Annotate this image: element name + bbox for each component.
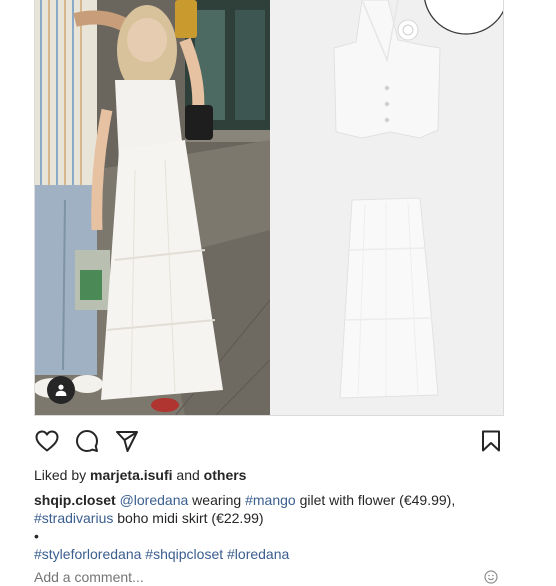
caption-line-1: shqip.closet @loredana wearing #mango gi… [34,491,504,509]
caption-text: wearing [192,492,242,508]
outfit-photo-illustration [35,0,270,415]
caption-mention-link[interactable]: @loredana [120,492,189,508]
user-tag-icon[interactable] [47,376,75,404]
comment-bubble-icon [76,430,98,452]
hashtag-link[interactable]: #styleforloredana [34,546,141,562]
liked-by: Liked by marjeta.isufi and others [34,466,246,484]
caption-bullet: • [34,528,39,544]
caption-username-link[interactable]: shqip.closet [34,492,116,508]
liked-by-middle: and [176,467,200,483]
caption-text: gilet with flower (€49.99), [299,492,456,508]
product-collage [270,0,503,415]
like-button[interactable] [34,428,60,454]
liked-by-prefix: Liked by [34,467,87,483]
save-button[interactable] [478,428,504,454]
post-actions [34,428,504,454]
caption-hashtags: #styleforloredana #shqipcloset #loredana [34,545,289,563]
hashtag-link[interactable]: #shqipcloset [145,546,223,562]
heart-icon [35,430,59,452]
product-collage-illustration [270,0,503,415]
skirt-product [339,197,439,399]
liked-by-others-link[interactable]: others [204,467,247,483]
outfit-photo [35,0,270,415]
bookmark-icon [482,430,500,452]
paper-plane-icon [116,431,138,452]
hashtag-link[interactable]: #stradivarius [34,510,113,526]
hashtag-link[interactable]: #loredana [227,546,289,562]
caption-line-2: #stradivarius boho midi skirt (€22.99) [34,509,504,527]
post-image[interactable] [34,0,504,416]
post-caption: shqip.closet @loredana wearing #mango gi… [34,491,504,527]
comment-button[interactable] [74,428,100,454]
add-comment-input[interactable] [34,568,474,586]
share-button[interactable] [114,428,140,454]
person-icon [55,384,67,396]
hashtag-link[interactable]: #mango [245,492,296,508]
caption-text: boho midi skirt (€22.99) [117,510,264,526]
smiley-icon[interactable] [484,570,498,584]
liked-by-user-link[interactable]: marjeta.isufi [90,467,172,483]
